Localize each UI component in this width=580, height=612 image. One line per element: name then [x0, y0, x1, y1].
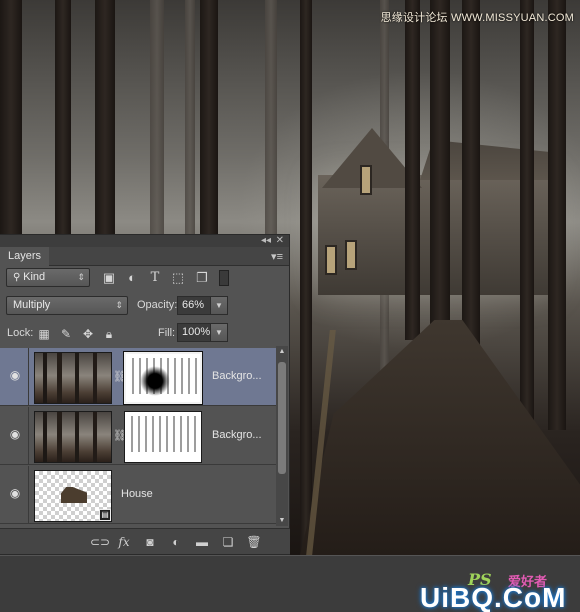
logo-main-text: UiBQ.CoM — [420, 582, 567, 612]
fill-input[interactable]: 100% — [177, 323, 211, 342]
link-icon[interactable]: ⊂⊃ — [90, 534, 110, 550]
tab-layers[interactable]: Layers — [0, 247, 50, 266]
blend-mode-select[interactable]: Multiply ⇕ — [6, 296, 128, 315]
lock-brush-icon[interactable]: ✎ — [59, 327, 73, 341]
filter-toggle-icon[interactable] — [219, 270, 229, 286]
panel-tab-row: Layers ▾≡ — [0, 247, 289, 266]
watermark-text: 思缘设计论坛 WWW.MISSYUAN.COM — [380, 12, 574, 24]
layer-thumbnail[interactable] — [34, 352, 112, 404]
mask-icon[interactable]: ◙ — [142, 534, 158, 550]
opacity-input[interactable]: 66% — [177, 296, 211, 315]
chevron-updown-icon: ⇕ — [77, 272, 85, 282]
scroll-thumb[interactable] — [278, 362, 286, 474]
filter-kind-select[interactable]: ⚲ Kind ⇕ — [6, 268, 90, 287]
layers-footer: ⊂⊃ fx ◙ ◐ ▬ ❏ 🗑︎ — [0, 528, 290, 554]
panel-menu-icon[interactable]: ▾≡ — [271, 250, 283, 263]
eye-icon[interactable]: ◉ — [8, 428, 22, 440]
smart-object-icon: ▤ — [99, 509, 111, 521]
fill-label: Fill: — [158, 327, 176, 339]
stone-path — [300, 320, 580, 555]
scroll-down-icon[interactable]: ▼ — [276, 517, 288, 524]
layers-panel: ◂◂ ✕ Layers ▾≡ ⚲ Kind ⇕ ▣ ◐ T ⬚ ❐ Multip… — [0, 234, 290, 555]
layer-thumbnail[interactable]: ▤ — [34, 470, 112, 522]
scroll-up-icon[interactable]: ▲ — [276, 348, 288, 355]
close-icon[interactable]: ✕ — [276, 235, 284, 247]
layer-name[interactable]: House — [121, 488, 153, 500]
panel-topbar: ◂◂ ✕ — [0, 235, 289, 247]
adjustment-icon[interactable]: ◐ — [168, 534, 184, 550]
layer-row[interactable]: ◉ ⛓︎ Backgro... — [0, 407, 276, 465]
layer-thumbnail[interactable] — [34, 411, 112, 463]
new-layer-icon[interactable]: ❏ — [220, 534, 236, 550]
smart-object-filter-icon[interactable]: ❐ — [194, 270, 210, 286]
chevron-updown-icon: ⇕ — [115, 300, 123, 310]
eye-icon[interactable]: ◉ — [8, 369, 22, 381]
layer-name[interactable]: Backgro... — [212, 370, 262, 382]
layer-row[interactable]: ◉ ⛓︎ Backgro... — [0, 348, 276, 406]
shape-filter-icon[interactable]: ⬚ — [170, 270, 186, 286]
folder-icon[interactable]: ▬ — [194, 534, 210, 550]
opacity-label: Opacity: — [137, 299, 178, 311]
opacity-dropdown-button[interactable]: ▼ — [210, 296, 228, 315]
eye-icon[interactable]: ◉ — [8, 487, 22, 499]
blend-mode-label: Multiply — [13, 299, 51, 311]
site-logo: PS 爱好者 UiBQ.CoM — [420, 568, 580, 612]
lock-all-icon[interactable]: 🔒︎ — [102, 327, 116, 341]
search-icon: ⚲ — [13, 272, 24, 283]
layer-name[interactable]: Backgro... — [212, 429, 262, 441]
image-filter-icon[interactable]: ▣ — [101, 270, 117, 286]
layers-list: ◉ ⛓︎ Backgro... ◉ ⛓︎ Backgro... ◉ ▤ Hous… — [0, 346, 276, 526]
layer-row[interactable]: ◉ ▤ House — [0, 466, 276, 524]
lock-label: Lock: — [7, 327, 34, 339]
layers-scrollbar[interactable]: ▲ ▼ — [276, 346, 288, 526]
adjustment-filter-icon[interactable]: ◐ — [124, 270, 140, 286]
fill-dropdown-button[interactable]: ▼ — [210, 323, 228, 342]
lock-move-icon[interactable]: ✥ — [81, 327, 95, 341]
trash-icon[interactable]: 🗑︎ — [246, 534, 262, 550]
double-chevron-icon[interactable]: ◂◂ — [261, 235, 271, 247]
lock-transparency-icon[interactable]: ▦ — [37, 327, 51, 341]
type-filter-icon[interactable]: T — [147, 270, 163, 286]
layer-mask-thumbnail[interactable] — [124, 411, 202, 463]
fx-icon[interactable]: fx — [116, 534, 132, 550]
layer-mask-thumbnail[interactable] — [123, 351, 203, 405]
filter-kind-label: Kind — [23, 271, 46, 283]
